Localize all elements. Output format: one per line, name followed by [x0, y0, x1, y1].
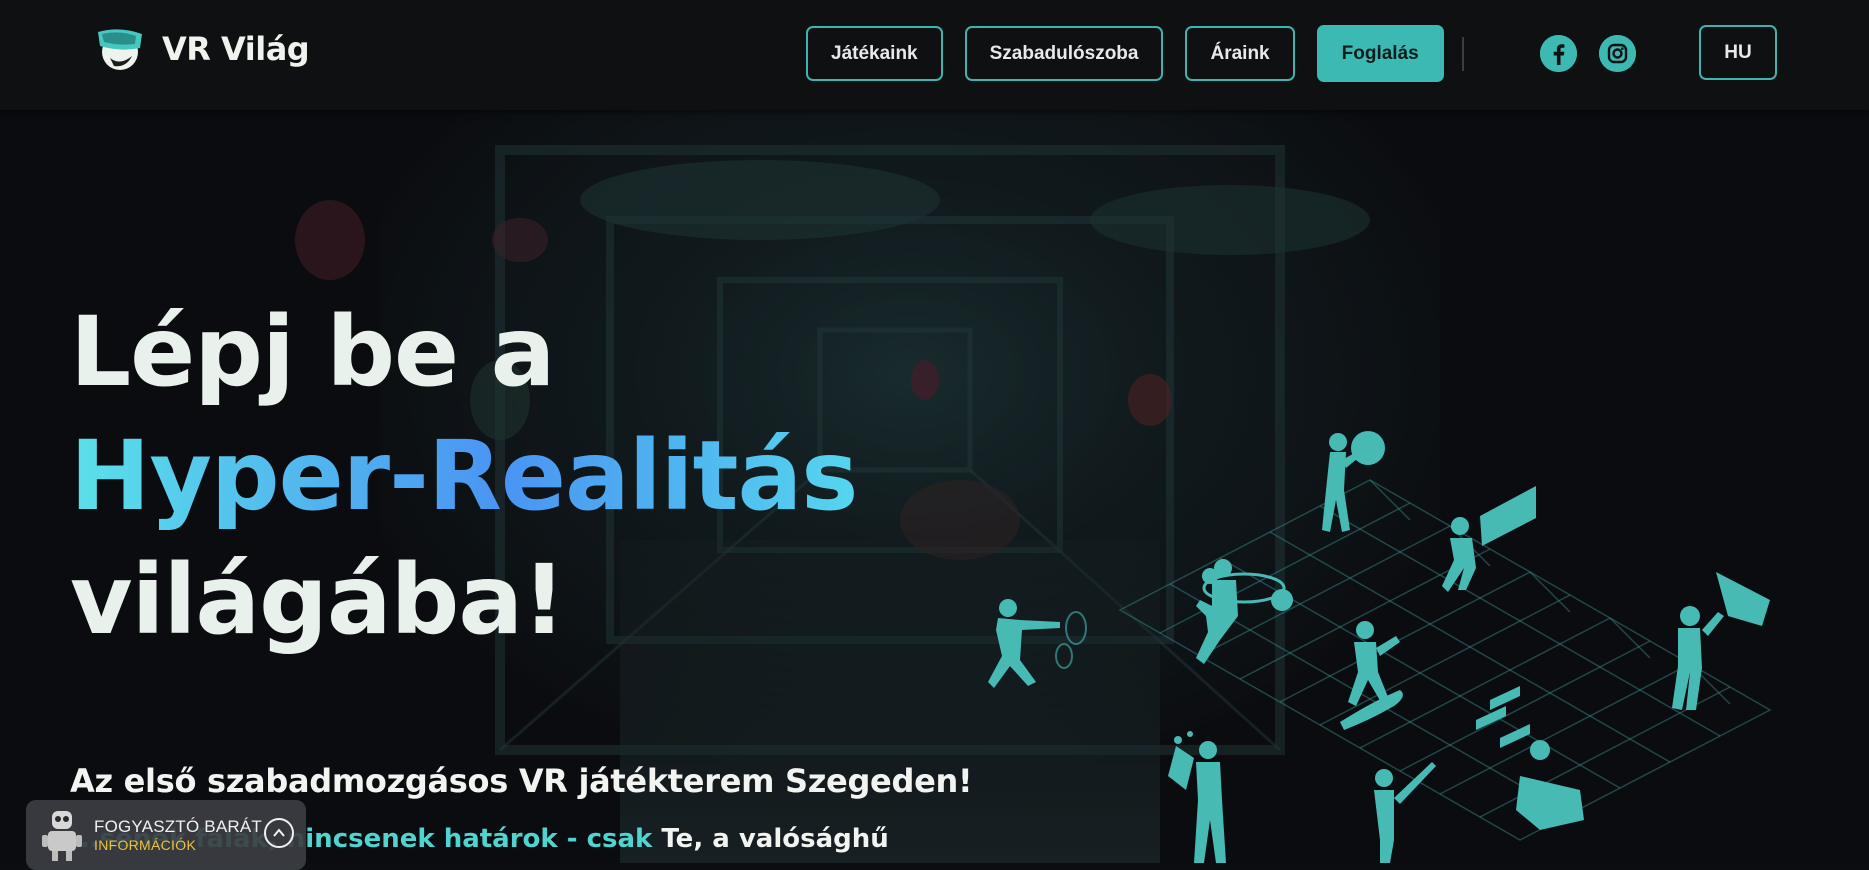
nav-divider	[1461, 36, 1464, 71]
language-selector[interactable]: HU	[1699, 25, 1777, 80]
vr-players-illustration	[988, 431, 1772, 863]
tagline-part-3: , a valósághű	[693, 824, 889, 854]
headline-line-3: világába!	[70, 544, 566, 656]
main-nav: Játékaink Szabadulószoba Áraink Foglalás	[806, 25, 1658, 82]
chevron-up-icon	[273, 828, 285, 837]
logo-text: VR Világ	[162, 30, 310, 68]
accessibility-toggle-button[interactable]	[264, 818, 294, 848]
hero-subtitle: Az első szabadmozgásos VR játékterem Sze…	[70, 762, 973, 800]
accessibility-text: FOGYASZTÓ BARÁT INFORMÁCIÓK	[94, 817, 262, 853]
facebook-icon	[1539, 35, 1577, 72]
accessibility-widget[interactable]: FOGYASZTÓ BARÁT INFORMÁCIÓK	[26, 800, 306, 870]
hero-headline: Lépj be a Hyper-Realitás világába!	[70, 290, 858, 662]
nav-button-prices[interactable]: Áraink	[1185, 26, 1295, 81]
hero-headline-block: Lépj be a Hyper-Realitás világába!	[70, 290, 858, 662]
robot-mascot-icon	[42, 811, 82, 861]
tagline-part-2: Te	[661, 824, 694, 854]
headline-accent: Hyper-Realitás	[70, 414, 858, 538]
nav-button-booking[interactable]: Foglalás	[1316, 25, 1444, 82]
instagram-icon	[1598, 35, 1636, 72]
site-header: VR Világ Játékaink Szabadulószoba Áraink…	[0, 0, 1869, 110]
logo[interactable]: VR Világ	[92, 26, 310, 72]
instagram-link[interactable]	[1598, 35, 1636, 72]
accessibility-title: FOGYASZTÓ BARÁT	[94, 817, 262, 836]
accessibility-subtitle: INFORMÁCIÓK	[94, 837, 197, 853]
headline-line-1: Lépj be a	[70, 296, 555, 408]
vr-headset-logo-icon	[98, 29, 142, 70]
nav-button-games[interactable]: Játékaink	[806, 26, 943, 81]
nav-button-escape-room[interactable]: Szabadulószoba	[964, 26, 1164, 81]
facebook-link[interactable]	[1539, 35, 1577, 72]
